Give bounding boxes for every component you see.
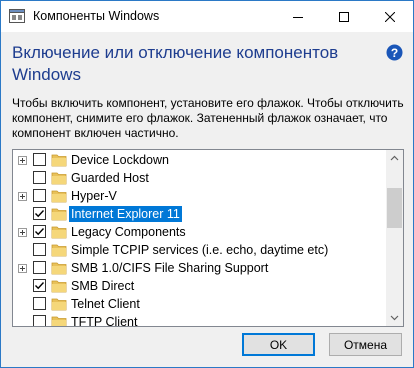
folder-icon [51, 154, 67, 167]
feature-row[interactable]: TFTP Client [13, 313, 385, 326]
window-title: Компоненты Windows [33, 9, 160, 23]
feature-checkbox[interactable] [33, 207, 46, 220]
app-window-icon [9, 9, 25, 23]
folder-icon [51, 262, 67, 275]
folder-icon [51, 190, 67, 203]
checkmark-icon [35, 210, 45, 218]
feature-label[interactable]: Legacy Components [69, 224, 188, 240]
feature-label[interactable]: Hyper-V [69, 188, 119, 204]
features-tree: Device Lockdown Guarded Host Hyper-V Intern… [12, 149, 404, 327]
minimize-icon [293, 16, 303, 18]
ok-button[interactable]: OK [242, 333, 315, 356]
feature-checkbox[interactable] [33, 261, 46, 274]
feature-row[interactable]: Telnet Client [13, 295, 385, 313]
svg-text:?: ? [391, 46, 398, 60]
feature-checkbox[interactable] [33, 297, 46, 310]
feature-checkbox[interactable] [33, 153, 46, 166]
checkmark-icon [35, 282, 45, 290]
feature-row[interactable]: Legacy Components [13, 223, 385, 241]
vertical-scrollbar[interactable] [386, 150, 403, 326]
maximize-button[interactable] [321, 1, 367, 32]
feature-checkbox[interactable] [33, 279, 46, 292]
folder-icon [51, 172, 67, 185]
feature-label[interactable]: SMB Direct [69, 278, 136, 294]
folder-icon [51, 298, 67, 311]
scroll-down-icon[interactable] [386, 309, 403, 326]
folder-icon [51, 226, 67, 239]
folder-icon [51, 316, 67, 326]
dialog-window: Компоненты Windows Включение или отключе… [0, 0, 414, 368]
feature-checkbox[interactable] [33, 225, 46, 238]
expand-icon[interactable] [18, 264, 27, 273]
feature-row[interactable]: SMB Direct [13, 277, 385, 295]
feature-checkbox[interactable] [33, 171, 46, 184]
folder-icon [51, 208, 67, 221]
dialog-heading: Включение или отключение компонентов Win… [12, 43, 339, 84]
feature-checkbox[interactable] [33, 243, 46, 256]
feature-row[interactable]: Hyper-V [13, 187, 385, 205]
title-bar[interactable]: Компоненты Windows [1, 1, 413, 32]
feature-row[interactable]: SMB 1.0/CIFS File Sharing Support [13, 259, 385, 277]
feature-label[interactable]: Guarded Host [69, 170, 151, 186]
feature-checkbox[interactable] [33, 189, 46, 202]
instructions-text: Чтобы включить компонент, установите его… [12, 96, 404, 140]
feature-row[interactable]: Device Lockdown [13, 151, 385, 169]
feature-label[interactable]: Device Lockdown [69, 152, 171, 168]
feature-label[interactable]: Simple TCPIP services (i.e. echo, daytim… [69, 242, 330, 258]
maximize-icon [339, 11, 349, 22]
checkmark-icon [35, 228, 45, 236]
close-button[interactable] [367, 1, 413, 32]
scroll-up-icon[interactable] [386, 150, 403, 167]
expand-icon[interactable] [18, 228, 27, 237]
feature-checkbox[interactable] [33, 315, 46, 326]
expand-icon[interactable] [18, 192, 27, 201]
cancel-button[interactable]: Отмена [329, 333, 402, 356]
close-icon [385, 11, 395, 22]
feature-label[interactable]: SMB 1.0/CIFS File Sharing Support [69, 260, 270, 276]
feature-label[interactable]: Internet Explorer 11 [69, 206, 182, 222]
feature-row[interactable]: Internet Explorer 11 [13, 205, 385, 223]
scrollbar-thumb[interactable] [387, 188, 402, 228]
expand-icon[interactable] [18, 156, 27, 165]
feature-row[interactable]: Simple TCPIP services (i.e. echo, daytim… [13, 241, 385, 259]
feature-label[interactable]: Telnet Client [69, 296, 142, 312]
folder-icon [51, 280, 67, 293]
feature-row[interactable]: Guarded Host [13, 169, 385, 187]
question-mark-icon[interactable]: ? [386, 44, 403, 61]
folder-icon [51, 244, 67, 257]
feature-label[interactable]: TFTP Client [69, 314, 139, 326]
minimize-button[interactable] [275, 1, 321, 32]
